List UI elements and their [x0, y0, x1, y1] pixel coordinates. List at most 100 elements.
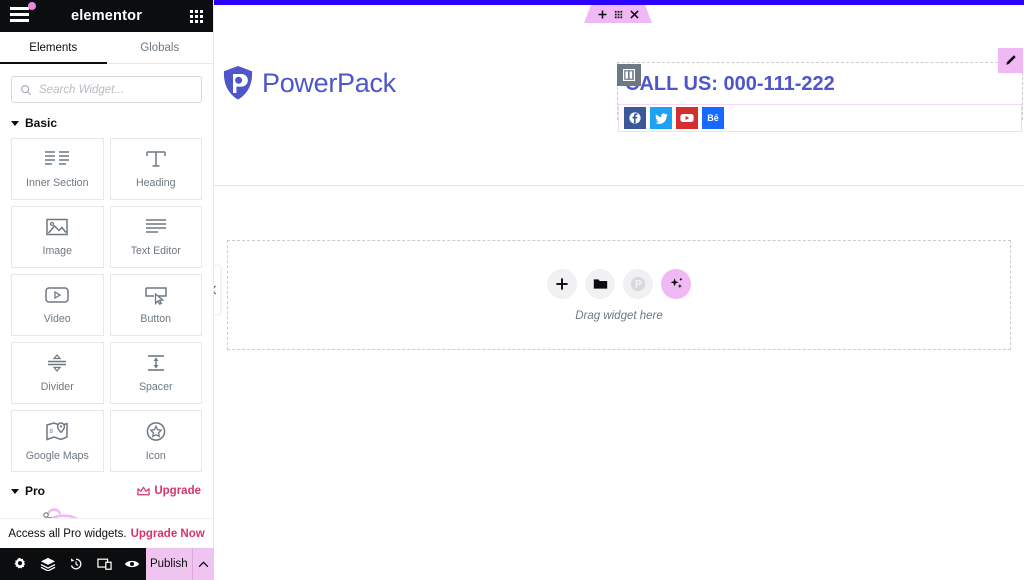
powerpack-templates-button[interactable] [623, 268, 653, 299]
section-handle-toolbar[interactable] [584, 5, 652, 23]
widget-button[interactable]: Button [109, 274, 202, 336]
columns-icon [45, 151, 70, 165]
widget-label: Button [140, 313, 172, 325]
widget-heading[interactable]: Heading [109, 138, 202, 200]
powerpack-logo-icon [223, 66, 253, 100]
widget-inner-section[interactable]: Inner Section [11, 138, 104, 200]
column-handle-glyph-icon [623, 69, 635, 81]
heading-t-icon [146, 151, 166, 167]
panel-tabs: Elements Globals [0, 32, 213, 64]
folder-icon [593, 279, 607, 289]
notification-dot [28, 2, 36, 10]
button-cursor-icon [145, 287, 167, 305]
widget-grid-basic: Inner Section Heading Image Text Editor … [0, 138, 213, 472]
widget-video[interactable]: Video [11, 274, 104, 336]
publish-options-button[interactable] [191, 548, 214, 580]
call-us-heading[interactable]: CALL US: 000-111-222 [625, 73, 835, 96]
search-box[interactable] [11, 76, 202, 103]
eye-icon [124, 560, 140, 568]
template-library-button[interactable] [585, 268, 615, 299]
preview-button[interactable] [118, 548, 146, 580]
behance-glyph: Bē [707, 113, 719, 123]
hamburger-icon[interactable] [10, 2, 36, 25]
upgrade-label: Upgrade [154, 485, 201, 497]
facebook-icon[interactable] [624, 107, 646, 129]
powerpack-logo-text: PowerPack [262, 67, 396, 98]
edit-widget-button[interactable] [998, 48, 1023, 73]
sparkles-icon [670, 278, 682, 289]
social-icons-widget[interactable]: Bē [618, 104, 1022, 132]
search-icon [21, 84, 32, 95]
responsive-icon [96, 558, 112, 570]
plus-icon [556, 277, 568, 290]
widget-label: Text Editor [130, 245, 181, 257]
chevron-down-icon [11, 120, 19, 126]
category-header-basic[interactable]: Basic [0, 113, 213, 138]
image-icon [46, 218, 68, 236]
widget-image[interactable]: Image [11, 206, 104, 268]
category-header-pro[interactable]: Pro Upgrade [0, 472, 213, 506]
widget-spacer[interactable]: Spacer [109, 342, 202, 404]
google-maps-icon: 8 [46, 421, 68, 441]
twitter-icon[interactable] [650, 107, 672, 129]
youtube-icon[interactable] [676, 107, 698, 129]
panel-collapse-tab[interactable] [214, 265, 221, 315]
widget-label: Google Maps [25, 449, 89, 462]
publish-button[interactable]: Publish [146, 548, 192, 580]
behance-icon[interactable]: Bē [702, 107, 724, 129]
drag-dots-icon[interactable] [614, 10, 623, 19]
search-input[interactable] [39, 83, 193, 96]
drop-zone-section[interactable]: Drag widget here [227, 240, 1011, 350]
panel-header: elementor [0, 0, 213, 32]
section-1[interactable]: PowerPack CALL US: 000-111-222 Bē [214, 7, 1024, 186]
drop-zone-buttons [547, 268, 691, 299]
widget-text-editor[interactable]: Text Editor [109, 206, 202, 268]
column-handle-icon[interactable] [617, 64, 641, 86]
elementor-editor: elementor Elements Globals Search Widget… [0, 0, 1024, 580]
video-play-icon [45, 287, 69, 303]
tab-globals[interactable]: Globals [107, 32, 214, 63]
pencil-edit-icon [1006, 55, 1016, 65]
powerpack-logo: PowerPack [221, 65, 396, 101]
add-widget-button[interactable] [547, 268, 577, 299]
text-lines-icon [145, 219, 166, 233]
powerpack-circle-icon [630, 276, 646, 291]
widget-label: Video [43, 313, 71, 325]
star-badge-icon [146, 421, 166, 441]
widget-label: Icon [145, 449, 166, 462]
widget-google-maps[interactable]: 8 Google Maps [11, 410, 104, 472]
widget-label: Image [42, 245, 72, 257]
apps-grid-icon[interactable] [190, 9, 203, 23]
search-wrapper [0, 64, 213, 113]
upgrade-link[interactable]: Upgrade [137, 485, 201, 497]
crown-icon [137, 486, 151, 495]
upgrade-now-link[interactable]: Upgrade Now [131, 528, 205, 540]
chevron-up-icon [198, 560, 209, 567]
widget-icon[interactable]: Icon [109, 410, 202, 472]
settings-button[interactable] [6, 548, 34, 580]
widget-label: Inner Section [26, 177, 89, 189]
chevron-left-icon [214, 285, 216, 295]
gear-icon [14, 557, 26, 569]
pro-banner-text: Access all Pro widgets. [8, 527, 127, 540]
panel-footer: Publish [0, 548, 214, 580]
close-x-icon[interactable] [630, 10, 639, 19]
history-button[interactable] [62, 548, 90, 580]
plus-icon[interactable] [598, 10, 607, 19]
spacer-arrows-icon [147, 355, 164, 371]
drop-zone-label: Drag widget here [575, 309, 663, 322]
svg-text:8: 8 [50, 429, 54, 435]
pro-upgrade-banner: Access all Pro widgets. Upgrade Now [0, 518, 213, 548]
column-right[interactable]: CALL US: 000-111-222 Bē [617, 62, 1023, 132]
ai-button[interactable] [661, 268, 691, 299]
category-title: Pro [25, 484, 46, 498]
chevron-down-icon [11, 488, 19, 494]
widget-divider[interactable]: Divider [11, 342, 104, 404]
navigator-button[interactable] [34, 548, 62, 580]
category-title: Basic [25, 116, 58, 130]
tab-elements[interactable]: Elements [0, 32, 107, 64]
history-icon [70, 558, 82, 570]
footer-tools [0, 548, 146, 580]
responsive-mode-button[interactable] [90, 548, 118, 580]
widget-scroll-region[interactable]: Basic Inner Section Heading Image Text E… [0, 113, 213, 580]
